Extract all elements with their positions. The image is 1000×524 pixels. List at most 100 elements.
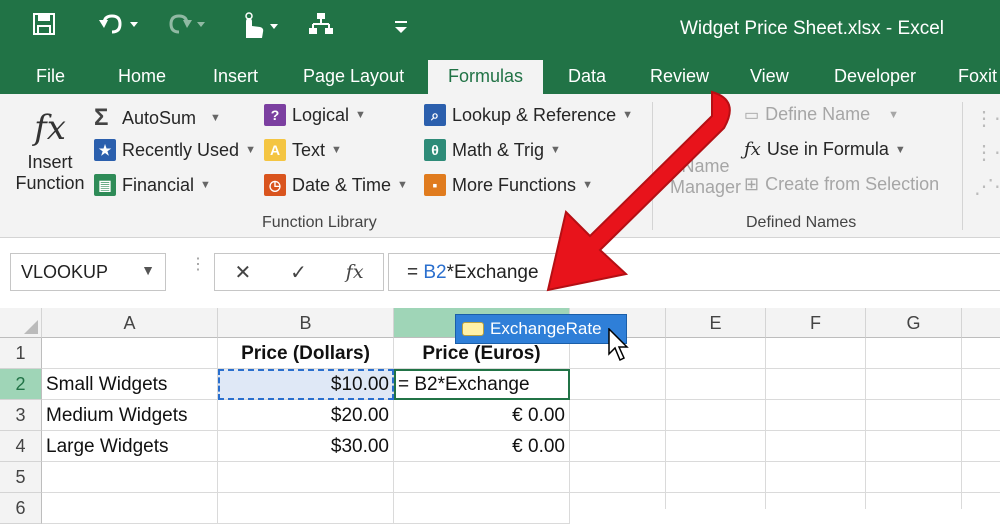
group-separator (962, 102, 963, 230)
ribbon-tabs: File Home Insert Page Layout Formulas Da… (0, 60, 1000, 96)
row-header-2[interactable]: 2 (0, 369, 42, 400)
date-time-button[interactable]: ◷ Date & Time ▼ (264, 174, 408, 196)
row-header-5[interactable]: 5 (0, 462, 42, 493)
use-in-formula-button[interactable]: ƒx Use in Formula ▼ (744, 139, 906, 160)
tab-review[interactable]: Review (650, 66, 709, 87)
sigma-icon: Σ (94, 104, 109, 131)
text-label: Text (292, 139, 326, 160)
lookup-reference-label: Lookup & Reference (452, 104, 617, 125)
cell-c4[interactable]: € 0.00 (394, 431, 570, 462)
more-functions-icon: ▪ (424, 174, 446, 196)
insert-function-fx-icon[interactable]: fx (346, 261, 364, 283)
cell-b3[interactable]: $20.00 (218, 400, 394, 431)
defined-names-group-label: Defined Names (746, 214, 857, 231)
row-header-4[interactable]: 4 (0, 431, 42, 462)
cell-a5[interactable] (42, 462, 218, 493)
cancel-icon[interactable]: ✕ (234, 260, 251, 285)
tag-icon: ▭ (744, 106, 760, 124)
column-header-f[interactable]: F (766, 308, 866, 338)
define-name-button[interactable]: ▭ Define Name ▼ (744, 104, 899, 125)
remove-arrows-icon[interactable]: ⋰⋯ (974, 174, 1000, 199)
autocomplete-item-exchangerate[interactable]: ExchangeRate (455, 314, 627, 344)
cell-a4[interactable]: Large Widgets (42, 431, 218, 462)
tab-insert[interactable]: Insert (213, 66, 258, 87)
column-header-a[interactable]: A (42, 308, 218, 338)
row-header-3[interactable]: 3 (0, 400, 42, 431)
function-library-group-label: Function Library (262, 214, 377, 231)
clock-icon: ◷ (264, 174, 286, 196)
trace-precedents-icon[interactable]: ⋮⋯ (974, 106, 1000, 131)
math-trig-button[interactable]: θ Math & Trig ▼ (424, 139, 561, 161)
autosum-button[interactable]: Σ AutoSum ▼ (94, 104, 221, 132)
text-button[interactable]: A Text ▼ (264, 139, 342, 161)
insert-function-label-2: Function (15, 173, 85, 193)
customize-toolbar-icon[interactable] (394, 14, 408, 42)
column-g-cells[interactable] (866, 338, 962, 509)
create-from-selection-button[interactable]: ⊞ Create from Selection (744, 174, 939, 195)
undo-icon[interactable] (98, 12, 138, 43)
cell-b5[interactable] (218, 462, 394, 493)
insert-function-button[interactable]: fx Insert Function (10, 108, 90, 194)
cell-b2[interactable]: $10.00 (218, 369, 394, 400)
formula-input[interactable]: = B2*Exchange (388, 253, 1000, 291)
column-h-cells[interactable] (962, 338, 1000, 509)
name-manager-label-2: Manager (670, 177, 742, 197)
mouse-cursor-icon (608, 328, 629, 362)
define-name-label: Define Name (765, 104, 871, 124)
column-header-e[interactable]: E (666, 308, 766, 338)
formula-bar-grip-icon[interactable]: ⋮ (190, 257, 206, 273)
title-bar: Widget Price Sheet.xlsx - Excel (0, 0, 1000, 60)
column-header-g[interactable]: G (866, 308, 962, 338)
cell-a1[interactable] (42, 338, 218, 369)
financial-button[interactable]: ▤ Financial ▼ (94, 174, 211, 196)
chevron-down-icon: ▼ (894, 143, 906, 156)
formula-buttons: ✕ ✓ fx (214, 253, 384, 291)
recently-used-button[interactable]: ★ Recently Used ▼ (94, 139, 256, 161)
name-manager-label: Name (681, 156, 730, 176)
redo-icon[interactable] (165, 12, 205, 43)
tab-home[interactable]: Home (118, 66, 166, 87)
cell-c3[interactable]: € 0.00 (394, 400, 570, 431)
formula-equals: = (407, 262, 424, 283)
touch-mode-icon[interactable] (238, 12, 278, 47)
enter-check-icon[interactable]: ✓ (290, 260, 307, 285)
formulas-ribbon: fx Insert Function Σ AutoSum ▼ ★ Recentl… (0, 94, 1000, 238)
chevron-down-icon[interactable]: ▼ (141, 262, 155, 278)
tab-developer[interactable]: Developer (834, 66, 916, 87)
question-icon: ? (264, 104, 286, 126)
org-chart-icon[interactable] (308, 12, 334, 43)
column-d-cells[interactable] (570, 338, 666, 509)
name-manager-button[interactable]: Name Manager (670, 156, 741, 198)
name-box-value: VLOOKUP (21, 262, 109, 282)
cell-c5[interactable] (394, 462, 570, 493)
trace-dependents-icon[interactable]: ⋮⋯ (974, 140, 1000, 165)
tab-foxit[interactable]: Foxit (958, 66, 997, 87)
save-icon[interactable] (32, 12, 56, 43)
column-f-cells[interactable] (766, 338, 866, 509)
chevron-down-icon: ▼ (550, 144, 561, 156)
name-box[interactable]: VLOOKUP ▼ (10, 253, 166, 291)
cell-c2[interactable]: = B2*Exchange (394, 369, 570, 400)
cell-b4[interactable]: $30.00 (218, 431, 394, 462)
tab-formulas[interactable]: Formulas (428, 60, 544, 96)
logical-label: Logical (292, 104, 350, 125)
lookup-reference-button[interactable]: ⌕ Lookup & Reference ▼ (424, 104, 633, 126)
column-header-h[interactable] (962, 308, 1000, 338)
cell-a3[interactable]: Medium Widgets (42, 400, 218, 431)
tab-page-layout[interactable]: Page Layout (303, 66, 404, 87)
row-header-1[interactable]: 1 (0, 338, 42, 369)
column-e-cells[interactable] (666, 338, 766, 509)
logical-button[interactable]: ? Logical ▼ (264, 104, 366, 126)
select-all-corner[interactable] (0, 308, 42, 338)
tab-data[interactable]: Data (568, 66, 606, 87)
tab-file[interactable]: File (36, 66, 65, 87)
cell-a2[interactable]: Small Widgets (42, 369, 218, 400)
cell-b1[interactable]: Price (Dollars) (218, 338, 394, 369)
financial-icon: ▤ (94, 174, 116, 196)
column-header-b[interactable]: B (218, 308, 394, 338)
tab-view[interactable]: View (750, 66, 789, 87)
chevron-down-icon: ▼ (331, 144, 342, 156)
defined-name-icon (462, 322, 484, 336)
formula-reference: B2 (423, 262, 447, 283)
more-functions-button[interactable]: ▪ More Functions ▼ (424, 174, 593, 196)
